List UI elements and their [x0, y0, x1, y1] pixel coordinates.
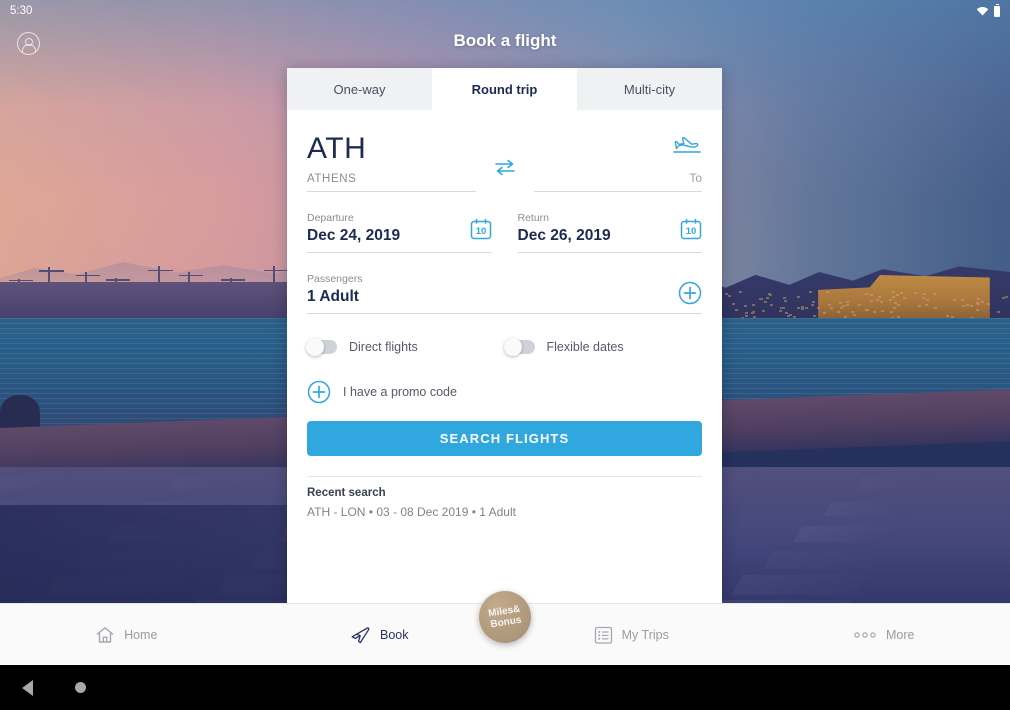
- return-label: Return: [518, 212, 703, 224]
- card-body: ATH ATHENS To Departure Dec 24, 2019 10 …: [287, 110, 722, 519]
- nav-label-book: Book: [380, 628, 409, 642]
- departure-label: Departure: [307, 212, 492, 224]
- trip-type-tabs: One-way Round trip Multi-city: [287, 68, 722, 110]
- nav-item-my-trips[interactable]: My Trips: [505, 625, 758, 645]
- list-icon: [594, 625, 613, 645]
- destination-field[interactable]: To: [534, 132, 703, 192]
- return-value: Dec 26, 2019: [518, 227, 703, 245]
- svg-text:10: 10: [686, 226, 697, 237]
- calendar-icon: 10: [680, 218, 702, 240]
- recent-search-section: Recent search ATH - LON • 03 - 08 Dec 20…: [307, 476, 702, 519]
- options-row: Direct flights Flexible dates: [307, 340, 702, 354]
- swap-button[interactable]: [476, 158, 534, 192]
- direct-flights-toggle[interactable]: [307, 340, 337, 354]
- page-title: Book a flight: [0, 31, 1010, 51]
- nav-label-more: More: [886, 628, 914, 642]
- flexible-dates-toggle[interactable]: [505, 340, 535, 354]
- passengers-field[interactable]: Passengers 1 Adult: [307, 273, 702, 314]
- nav-label-home: Home: [124, 628, 157, 642]
- bottom-navigation: Home Book Miles& Bonus My Trips More: [0, 603, 1010, 665]
- departure-date-field[interactable]: Departure Dec 24, 2019 10: [307, 212, 492, 253]
- ellipsis-icon: [853, 630, 877, 640]
- plane-landing-icon: [672, 135, 702, 159]
- nav-item-book[interactable]: Book: [253, 625, 506, 645]
- direct-flights-label: Direct flights: [349, 340, 418, 354]
- return-date-field[interactable]: Return Dec 26, 2019 10: [518, 212, 703, 253]
- miles-bonus-label: Miles& Bonus: [487, 604, 522, 631]
- search-flights-button[interactable]: SEARCH FLIGHTS: [307, 421, 702, 456]
- dates-row: Departure Dec 24, 2019 10 Return Dec 26,…: [307, 212, 702, 253]
- return-calendar-icon[interactable]: 10: [680, 218, 702, 245]
- plane-landing-icon-wrap: [534, 132, 703, 162]
- departure-calendar-icon[interactable]: 10: [470, 218, 492, 245]
- destination-placeholder: To: [534, 171, 703, 185]
- recent-search-item[interactable]: ATH - LON • 03 - 08 Dec 2019 • 1 Adult: [307, 505, 702, 519]
- status-time: 5:30: [10, 5, 32, 17]
- tab-round-trip[interactable]: Round trip: [432, 68, 577, 110]
- home-circle-icon[interactable]: [75, 682, 86, 693]
- passengers-value: 1 Adult: [307, 288, 702, 306]
- tab-one-way[interactable]: One-way: [287, 68, 432, 110]
- status-bar: 5:30: [0, 0, 1010, 22]
- svg-text:10: 10: [475, 226, 486, 237]
- plane-icon: [349, 625, 371, 645]
- recent-search-title: Recent search: [307, 487, 702, 499]
- route-row: ATH ATHENS To: [307, 132, 702, 192]
- promo-code-row[interactable]: I have a promo code: [307, 380, 702, 404]
- nav-item-more[interactable]: More: [758, 628, 1010, 642]
- calendar-icon: 10: [470, 218, 492, 240]
- departure-value: Dec 24, 2019: [307, 227, 492, 245]
- back-triangle-icon[interactable]: [22, 680, 33, 696]
- direct-flights-option[interactable]: Direct flights: [307, 340, 505, 354]
- battery-icon: [994, 6, 1000, 17]
- app-screen: 5:30 Book a flight One-way Round trip Mu…: [0, 0, 1010, 710]
- plus-circle-icon: [307, 380, 331, 404]
- add-passenger-button[interactable]: [678, 281, 702, 310]
- nav-label-my-trips: My Trips: [622, 628, 669, 642]
- home-icon: [95, 625, 115, 645]
- flexible-dates-label: Flexible dates: [547, 340, 624, 354]
- promo-code-label: I have a promo code: [343, 385, 457, 399]
- flexible-dates-option[interactable]: Flexible dates: [505, 340, 703, 354]
- nav-item-home[interactable]: Home: [0, 625, 253, 645]
- plus-circle-icon: [678, 281, 702, 305]
- wifi-icon: [976, 6, 989, 16]
- origin-city: ATHENS: [307, 173, 476, 185]
- android-navigation-bar: [0, 665, 1010, 710]
- tab-multi-city[interactable]: Multi-city: [577, 68, 722, 110]
- origin-field[interactable]: ATH ATHENS: [307, 134, 476, 192]
- swap-arrows-icon: [494, 158, 516, 176]
- miles-bonus-button[interactable]: Miles& Bonus: [479, 591, 531, 643]
- origin-code: ATH: [307, 134, 476, 164]
- passengers-label: Passengers: [307, 273, 702, 285]
- status-icons: [976, 6, 1000, 17]
- booking-card: One-way Round trip Multi-city ATH ATHENS: [287, 68, 722, 603]
